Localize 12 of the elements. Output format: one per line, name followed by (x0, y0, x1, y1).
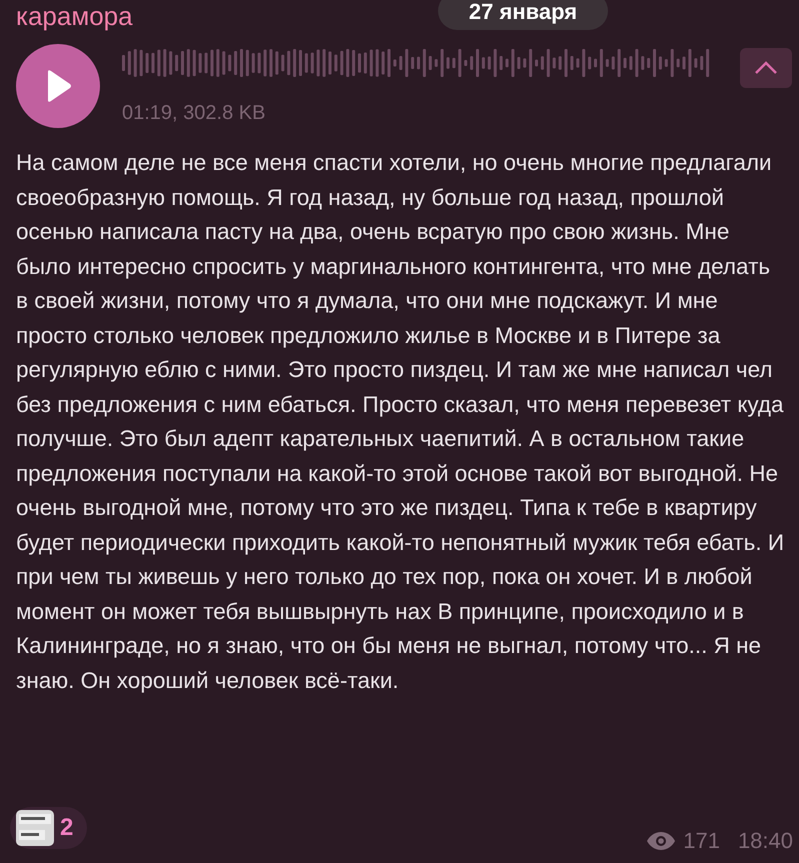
date-badge: 27 января (438, 0, 608, 30)
waveform-icon (122, 48, 712, 78)
voice-meta: 01:19, 302.8 KB (122, 101, 266, 126)
sender-name: карамора (16, 0, 133, 32)
reaction-chip[interactable]: 2 (10, 807, 88, 849)
collapse-button[interactable] (740, 48, 792, 88)
view-count: 171 (683, 827, 720, 855)
chevron-up-icon (754, 61, 778, 75)
message-time: 18:40 (738, 827, 793, 855)
eye-icon (647, 830, 676, 850)
reaction-count: 2 (60, 813, 74, 843)
message-text: На самом деле не все меня спасти хотели, но очень многие предлагали своеобразную помощь. Я год назад, ну больше год назад, прошлой осенью написала пасту на два, очень всратую про свою жизнь. Мне было интересно спросить у маргинального контингента, что мне делать в своей жизни, потому что я думала, что они мне подскажут. И мне просто столько человек предложило жилье в Москве и в Питере за регулярную еблю с ними. Это просто пиздец. И там же мне написал чел без предложения с ним ебаться. Просто сказал, что меня перевезет куда получше. Это был адепт карательных чаепитий. А в остальном такие предложения поступали на какой-то этой основе такой вот выгодной. Не очень выгодной мне, потому что это же пиздец. Типа к тебе в квартиру будет периодически приходить какой-то непонятный мужик тебя ебать. И при чем ты живешь у него только до тех пор, пока он хочет. И в любой момент он может тебя вышвырнуть нах В принципе, происходило и в Калининграде, но я знаю, что он бы меня не выгнал, потому что... Я не знаю. Он хороший человек всё-таки. (16, 149, 785, 695)
